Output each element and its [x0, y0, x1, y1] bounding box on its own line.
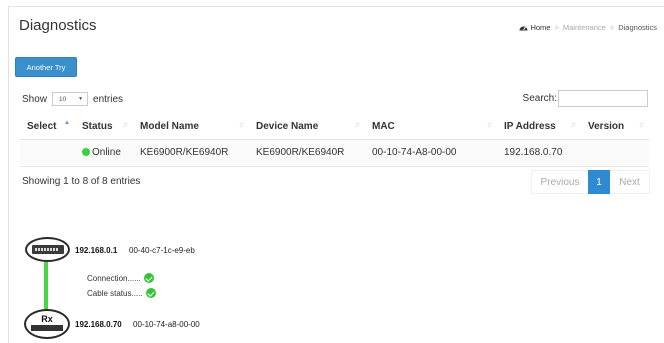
column-header-status[interactable]: Status ⇵ — [75, 114, 133, 140]
previous-page-button[interactable]: Previous — [531, 170, 588, 194]
sort-icon: ⇵ — [570, 123, 576, 129]
cell-select[interactable] — [20, 139, 75, 167]
switch-mac: 00-40-c7-1c-e9-eb — [129, 246, 195, 255]
dashboard-icon — [519, 26, 528, 31]
column-header-device-name[interactable]: Device Name ⇵ — [249, 114, 365, 140]
chevron-down-icon: ▼ — [78, 96, 84, 102]
receiver-ip: 192.168.0.70 — [75, 320, 122, 329]
column-header-ip-address[interactable]: IP Address ⇵ — [497, 114, 581, 140]
page-length-select[interactable]: 10 ▼ — [52, 92, 89, 106]
rx-device-icon: Rx — [24, 309, 70, 339]
another-try-button[interactable]: Another Try — [15, 57, 77, 77]
column-header-version[interactable]: Version ⇵ — [581, 114, 649, 140]
pagination: Previous 1 Next — [531, 170, 650, 194]
search-control: Search: — [523, 90, 648, 107]
check-circle-icon — [145, 288, 156, 298]
page-title: Diagnostics — [19, 17, 97, 34]
network-switch-icon — [25, 237, 70, 262]
entries-label: entries — [93, 93, 124, 105]
table-info: Showing 1 to 8 of 8 entries — [22, 176, 141, 187]
connection-check-label: Connection...... — [87, 273, 141, 283]
show-label: Show — [22, 93, 48, 105]
sort-icon: ⇵ — [354, 123, 360, 129]
cell-model-name: KE6900R/KE6940R — [133, 139, 249, 167]
breadcrumb-section[interactable]: Maintenance — [563, 23, 606, 32]
switch-ip: 192.168.0.1 — [75, 246, 118, 255]
page-1-button[interactable]: 1 — [588, 170, 610, 194]
cell-mac: 00-10-74-A8-00-00 — [365, 139, 497, 167]
device-table: Select ▲ Status ⇵ Model Name ⇵ Device Name ⇵… — [20, 114, 649, 167]
next-page-button[interactable]: Next — [610, 170, 650, 194]
cable-status-label: Cable status..... — [87, 288, 143, 298]
sort-icon: ⇵ — [638, 123, 644, 129]
cell-status: Online — [75, 139, 133, 167]
table-header-row: Select ▲ Status ⇵ Model Name ⇵ Device Name ⇵… — [20, 114, 649, 140]
breadcrumb-home[interactable]: Home — [519, 23, 550, 32]
column-header-select[interactable]: Select ▲ — [20, 114, 75, 140]
breadcrumb-current: Diagnostics — [618, 23, 657, 32]
connection-check: Connection...... — [87, 273, 154, 283]
page-length-control: Show 10 ▼ entries — [22, 92, 123, 106]
cable-status-check: Cable status..... — [87, 288, 156, 298]
column-header-mac[interactable]: MAC ⇵ — [365, 114, 497, 140]
sort-icon: ⇵ — [238, 123, 244, 129]
check-circle-icon — [143, 273, 154, 283]
breadcrumb-home-label: Home — [530, 23, 551, 32]
cell-version — [581, 139, 649, 167]
page-length-value: 10 — [59, 95, 67, 103]
sort-icon: ⇵ — [122, 123, 128, 129]
table-row[interactable]: Online KE6900R/KE6940R KE6900R/KE6940R 0… — [20, 139, 649, 167]
search-label: Search: — [522, 93, 557, 104]
breadcrumb-separator: > — [554, 23, 559, 32]
rx-badge: Rx — [41, 314, 53, 324]
connection-line — [44, 262, 48, 314]
cell-ip-address: 192.168.0.70 — [497, 139, 581, 167]
breadcrumb: Home > Maintenance > Diagnostics — [519, 23, 657, 32]
online-status-icon — [82, 148, 90, 156]
receiver-mac: 00-10-74-a8-00-00 — [133, 320, 200, 329]
breadcrumb-separator: > — [609, 23, 615, 32]
cell-device-name: KE6900R/KE6940R — [249, 139, 365, 167]
sort-icon: ⇵ — [486, 123, 492, 129]
sort-asc-icon: ▲ — [64, 120, 70, 126]
column-header-model-name[interactable]: Model Name ⇵ — [133, 114, 249, 140]
search-input[interactable] — [558, 90, 648, 107]
